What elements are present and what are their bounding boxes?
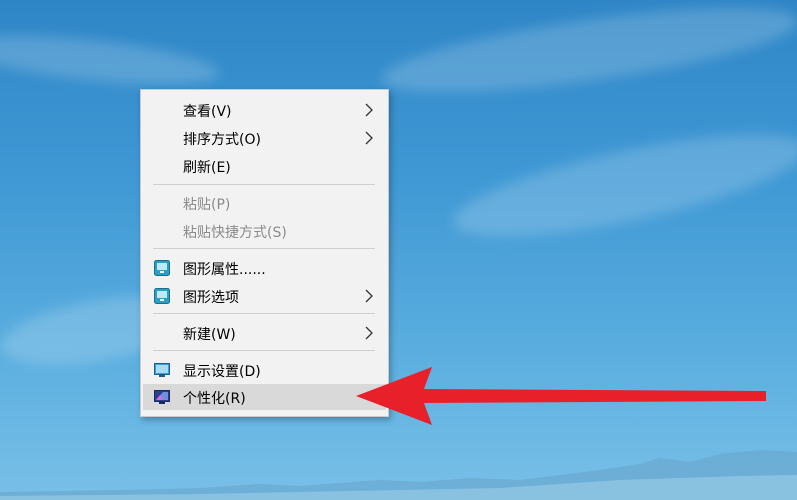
chevron-right-icon <box>365 326 373 340</box>
menu-item-new[interactable]: 新建(W) <box>143 320 386 346</box>
cloud-streak <box>446 113 797 257</box>
menu-item-label: 新建(W) <box>183 327 236 343</box>
menu-separator <box>153 350 375 351</box>
cloud-streak <box>0 26 222 94</box>
menu-item-graphics-properties[interactable]: 图形属性...... <box>143 255 386 281</box>
menu-item-refresh[interactable]: 刷新(E) <box>143 153 386 179</box>
personalize-icon <box>154 390 170 404</box>
menu-item-label: 刷新(E) <box>183 160 231 176</box>
menu-item-label: 粘贴(P) <box>183 197 231 213</box>
graphics-icon <box>154 288 170 304</box>
menu-item-label: 排序方式(O) <box>183 132 261 148</box>
display-icon <box>154 363 170 377</box>
menu-item-label: 显示设置(D) <box>183 364 261 380</box>
menu-item-sort-by[interactable]: 排序方式(O) <box>143 125 386 151</box>
cloud-streak <box>377 0 797 109</box>
red-pointer-arrow <box>356 367 766 425</box>
menu-item-label: 图形选项 <box>183 290 239 306</box>
chevron-right-icon <box>365 131 373 145</box>
menu-item-label: 个性化(R) <box>183 391 246 407</box>
menu-item-label: 查看(V) <box>183 104 232 120</box>
city-skyline <box>0 450 797 500</box>
chevron-right-icon <box>365 289 373 303</box>
chevron-right-icon <box>365 103 373 117</box>
menu-item-paste-shortcut: 粘贴快捷方式(S) <box>143 218 386 244</box>
menu-item-label: 图形属性...... <box>183 262 266 278</box>
menu-separator <box>153 313 375 314</box>
menu-separator <box>153 184 375 185</box>
menu-item-graphics-options[interactable]: 图形选项 <box>143 283 386 309</box>
menu-item-paste: 粘贴(P) <box>143 190 386 216</box>
menu-item-view[interactable]: 查看(V) <box>143 97 386 123</box>
graphics-icon <box>154 260 170 276</box>
menu-item-label: 粘贴快捷方式(S) <box>183 225 287 241</box>
menu-separator <box>153 248 375 249</box>
